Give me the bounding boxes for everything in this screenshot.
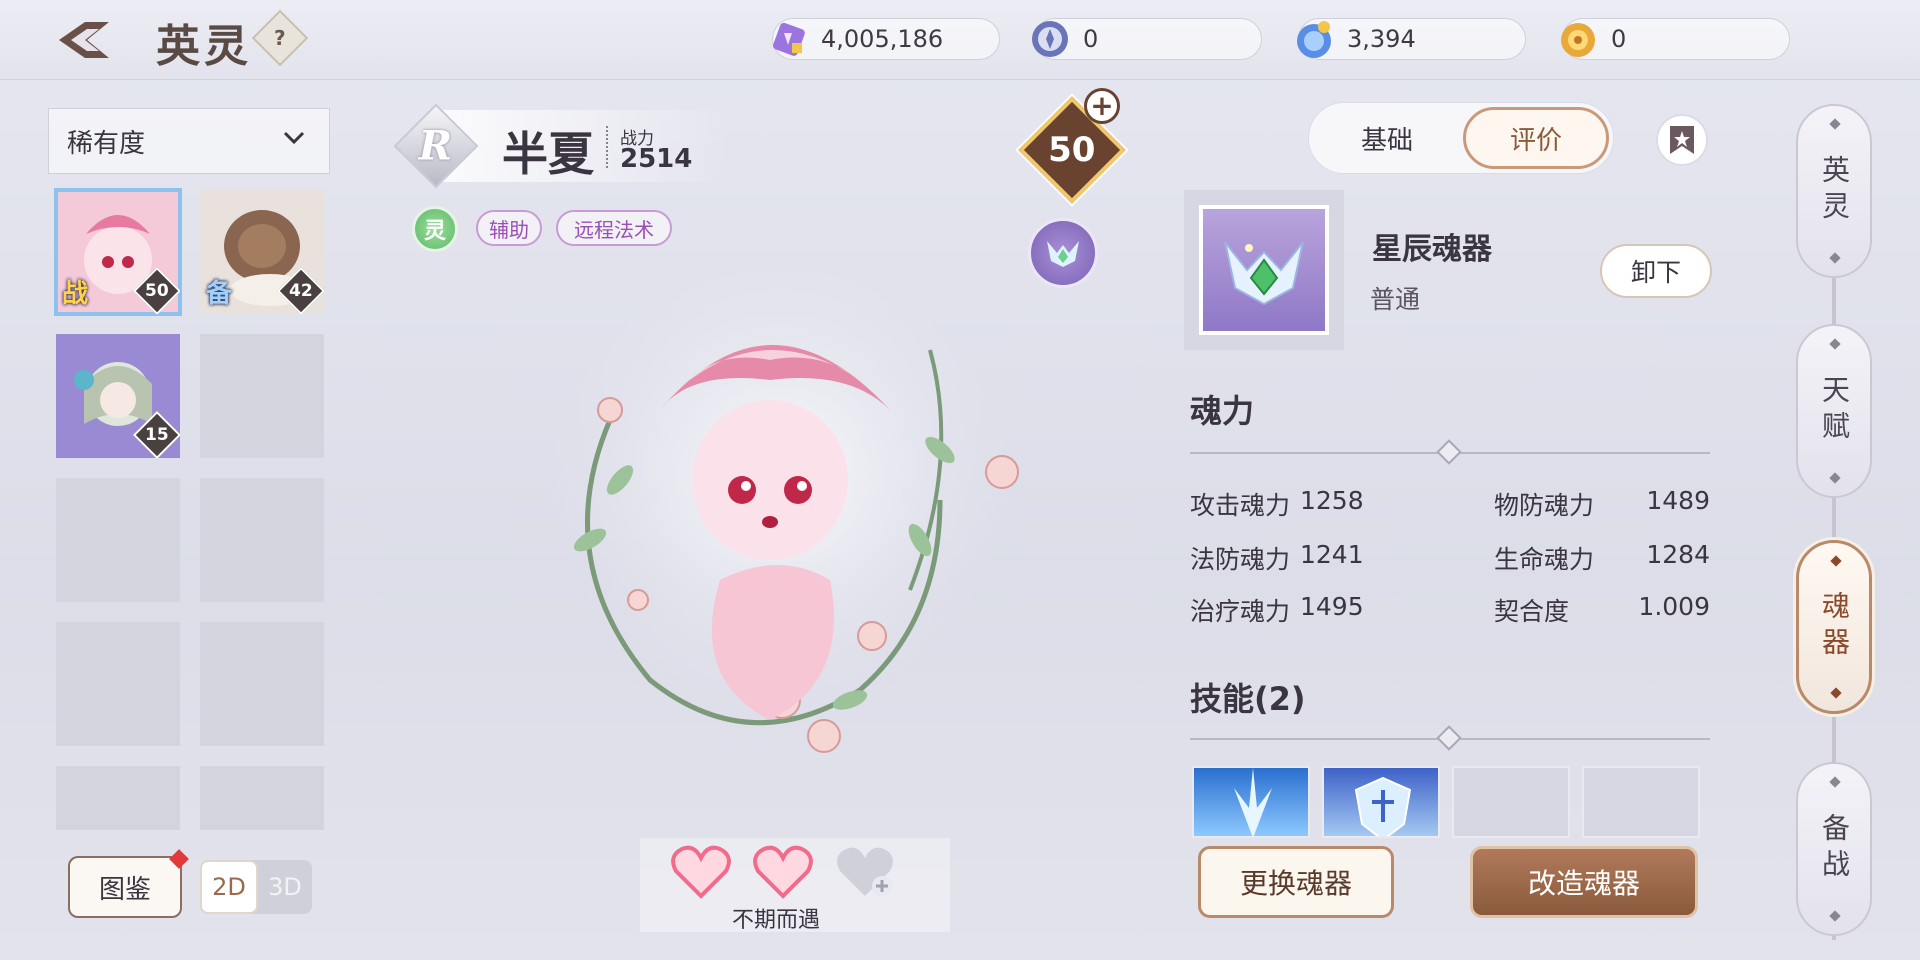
heart-filled-icon — [753, 845, 813, 899]
empty-hero-slot — [56, 622, 180, 746]
side-tab-soul-vessel[interactable]: 魂器 — [1796, 540, 1872, 714]
stat-label: 法防魂力 — [1190, 545, 1291, 574]
back-arrow-icon — [59, 22, 109, 58]
codex-label: 图鉴 — [98, 874, 151, 905]
bookmark-button[interactable] — [1656, 114, 1708, 166]
shield-skill-icon — [1354, 776, 1412, 836]
heart-filled-icon — [671, 845, 731, 899]
top-bar: 英灵 ? 4,005,186 0 3,394 0 — [0, 0, 1920, 80]
empty-hero-slot — [200, 478, 324, 602]
stat-label: 治疗魂力 — [1190, 597, 1291, 626]
stat-value: 1241 — [1300, 540, 1364, 569]
soul-vessel-name: 星辰魂器 — [1372, 232, 1492, 267]
soul-vessel-quality: 普通 — [1370, 285, 1421, 314]
stat-label: 契合度 — [1494, 597, 1570, 626]
section-divider — [1190, 725, 1710, 751]
tab-basic[interactable]: 基础 — [1319, 107, 1455, 169]
empty-skill-slot — [1452, 766, 1570, 838]
hero-card-shell-beast[interactable]: 备 42 — [200, 190, 324, 314]
currency-crystal[interactable]: 4,005,186 — [772, 18, 1000, 60]
currency-value: 3,394 — [1347, 25, 1416, 53]
skill-slot-1[interactable] — [1192, 766, 1310, 838]
codex-button[interactable]: 图鉴 — [68, 849, 189, 918]
bookmark-star-icon — [1670, 126, 1694, 154]
soul-vessel-frame — [1199, 205, 1329, 335]
currency-value: 0 — [1611, 25, 1627, 53]
stat-value: 1.009 — [1638, 592, 1710, 621]
side-tab-label: 备战 — [1818, 813, 1851, 885]
hero-portrait — [520, 260, 1040, 780]
rarity-letter: R — [419, 122, 453, 170]
tab-evaluation[interactable]: 评价 — [1463, 107, 1609, 169]
stat-value: 1495 — [1300, 592, 1364, 621]
level-up-button[interactable]: + — [1084, 88, 1120, 124]
hero-status-tag: 战 — [62, 279, 89, 309]
empty-hero-slot — [200, 766, 324, 830]
stat-value: 1284 — [1646, 540, 1710, 569]
detail-tabs: 基础 评价 — [1308, 102, 1614, 174]
power-separator — [606, 126, 608, 168]
side-tab-prep[interactable]: 备战 — [1796, 762, 1872, 936]
help-button[interactable]: ? — [251, 9, 309, 67]
soul-vessel-slot[interactable] — [1184, 190, 1344, 350]
empty-hero-slot — [200, 622, 324, 746]
affection-label: 不期而遇 — [732, 908, 821, 933]
silver-coin-icon — [1027, 16, 1073, 62]
stat-label: 攻击魂力 — [1190, 491, 1291, 520]
mode-2d-button[interactable]: 2D — [200, 860, 258, 914]
heart-empty-add-icon[interactable] — [834, 844, 896, 900]
hero-art-flower-spirit — [550, 270, 1019, 753]
reforge-soul-vessel-button[interactable]: 改造魂器 — [1470, 846, 1698, 918]
back-button[interactable] — [52, 16, 116, 64]
hero-name: 半夏 — [502, 127, 594, 181]
section-divider — [1190, 439, 1710, 465]
power-value: 2514 — [620, 144, 693, 174]
view-mode-toggle: 2D 3D — [200, 860, 312, 914]
side-tab-heroes[interactable]: 英灵 — [1796, 104, 1872, 278]
crystal-ticket-icon — [765, 16, 811, 62]
sort-label: 稀有度 — [67, 128, 146, 159]
stat-label: 生命魂力 — [1494, 545, 1595, 574]
skill-slot-2[interactable] — [1322, 766, 1440, 838]
help-label: ? — [274, 25, 286, 50]
notification-dot — [169, 849, 189, 869]
side-tab-label: 英灵 — [1818, 155, 1851, 227]
swap-soul-vessel-button[interactable]: 更换魂器 — [1198, 846, 1394, 918]
side-tab-label: 魂器 — [1818, 591, 1851, 663]
page-title: 英灵 — [156, 21, 252, 72]
stat-value: 1489 — [1646, 486, 1710, 515]
soul-vessel-icon — [1047, 241, 1079, 267]
sort-dropdown[interactable]: 稀有度 — [48, 108, 330, 174]
empty-skill-slot — [1582, 766, 1700, 838]
hero-status-tag: 备 — [206, 279, 233, 309]
stat-value: 1258 — [1300, 486, 1364, 515]
element-badge: 灵 — [412, 206, 458, 252]
role-tag-support: 辅助 — [476, 210, 542, 246]
currency-gold[interactable]: 0 — [1561, 18, 1790, 60]
chevron-down-icon — [283, 131, 305, 145]
unequip-button[interactable]: 卸下 — [1600, 244, 1712, 298]
empty-hero-slot — [56, 766, 180, 830]
blue-spirit-coin-icon — [1291, 16, 1337, 62]
hero-card-green-girl[interactable]: 15 — [56, 334, 180, 458]
gold-coin-icon — [1555, 16, 1601, 62]
hero-level: 50 — [1048, 129, 1096, 170]
empty-hero-slot — [200, 334, 324, 458]
skills-title: 技能(2) — [1190, 680, 1306, 718]
stat-label: 物防魂力 — [1494, 491, 1595, 520]
soul-power-title: 魂力 — [1190, 392, 1255, 430]
burst-skill-icon — [1234, 768, 1272, 836]
side-tab-talent[interactable]: 天赋 — [1796, 324, 1872, 498]
role-tag-ranged-magic: 远程法术 — [556, 210, 672, 246]
side-tab-label: 天赋 — [1818, 375, 1851, 447]
currency-value: 4,005,186 — [821, 25, 944, 53]
star-soul-vessel-icon — [1224, 241, 1304, 306]
mode-3d-button[interactable]: 3D — [258, 860, 312, 914]
currency-blue-spirit[interactable]: 3,394 — [1297, 18, 1526, 60]
hero-card-banxia[interactable]: 战 50 — [54, 188, 182, 316]
empty-hero-slot — [56, 478, 180, 602]
currency-value: 0 — [1083, 25, 1099, 53]
currency-silver[interactable]: 0 — [1032, 18, 1262, 60]
